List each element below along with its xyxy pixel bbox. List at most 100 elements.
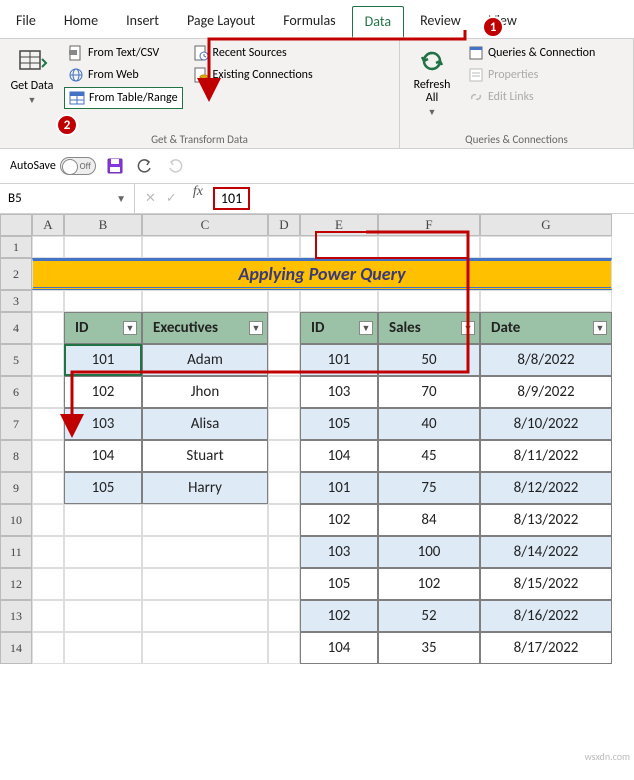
table2-header-sales[interactable]: Sales▼ (378, 312, 480, 344)
callout-badge-1: 1 (482, 16, 504, 38)
table-cell[interactable]: 102 (378, 568, 480, 600)
autosave-toggle[interactable]: AutoSave Off (10, 157, 96, 175)
table-cell[interactable]: 45 (378, 440, 480, 472)
row-header[interactable]: 1 (0, 236, 32, 258)
table-cell[interactable]: Stuart (142, 440, 268, 472)
select-all-corner[interactable] (0, 214, 32, 236)
tab-home[interactable]: Home (52, 6, 110, 38)
table-cell[interactable]: 8/14/2022 (480, 536, 612, 568)
table-cell[interactable]: 104 (300, 440, 378, 472)
tab-data[interactable]: Data (352, 6, 404, 38)
table-cell[interactable]: 102 (64, 376, 142, 408)
tab-formulas[interactable]: Formulas (271, 6, 347, 38)
col-header[interactable]: F (378, 214, 480, 236)
row-header[interactable]: 13 (0, 600, 32, 632)
table-cell[interactable]: 102 (300, 504, 378, 536)
filter-dropdown-icon[interactable]: ▼ (249, 321, 263, 335)
table-cell[interactable]: Jhon (142, 376, 268, 408)
cell-b5-selected[interactable]: 101 (64, 344, 142, 376)
row-header[interactable]: 3 (0, 290, 32, 312)
fx-icon[interactable]: fx (187, 184, 209, 213)
from-web-button[interactable]: From Web (64, 65, 183, 85)
table-cell[interactable]: 105 (64, 472, 142, 504)
row-header[interactable]: 12 (0, 568, 32, 600)
table-cell[interactable]: 103 (64, 408, 142, 440)
table1-header-id[interactable]: ID▼ (64, 312, 142, 344)
col-header[interactable]: A (32, 214, 64, 236)
table-cell[interactable]: 102 (300, 600, 378, 632)
queries-connections-button[interactable]: Queries & Connection (464, 43, 599, 63)
table-cell[interactable]: 84 (378, 504, 480, 536)
col-header[interactable]: B (64, 214, 142, 236)
col-header[interactable]: C (142, 214, 268, 236)
table-cell[interactable]: 100 (378, 536, 480, 568)
table-cell[interactable]: 103 (300, 536, 378, 568)
col-header[interactable]: G (480, 214, 612, 236)
table-cell[interactable]: 103 (300, 376, 378, 408)
table-cell[interactable]: 75 (378, 472, 480, 504)
table-cell[interactable]: 40 (378, 408, 480, 440)
name-box[interactable]: B5 ▼ (0, 184, 135, 213)
filter-dropdown-icon[interactable]: ▼ (593, 321, 607, 335)
formula-input[interactable]: 101 (209, 184, 634, 213)
row-header[interactable]: 6 (0, 376, 32, 408)
spreadsheet-grid[interactable]: A B C D E F G 1 2 Applying Power Query 3… (0, 214, 634, 664)
filter-dropdown-icon[interactable]: ▼ (123, 321, 137, 335)
table2-header-id[interactable]: ID▼ (300, 312, 378, 344)
table-cell[interactable]: 50 (378, 344, 480, 376)
refresh-all-button[interactable]: Refresh All ▼ (406, 43, 458, 120)
recent-sources-button[interactable]: Recent Sources (189, 43, 317, 63)
existing-connections-button[interactable]: Existing Connections (189, 65, 317, 85)
table-cell[interactable]: 8/13/2022 (480, 504, 612, 536)
table-cell[interactable]: 104 (64, 440, 142, 472)
enter-icon[interactable]: ✓ (166, 191, 177, 206)
tab-review[interactable]: Review (408, 6, 473, 38)
table-cell[interactable]: Harry (142, 472, 268, 504)
table-cell[interactable]: 35 (378, 632, 480, 664)
table-cell[interactable]: 52 (378, 600, 480, 632)
row-header[interactable]: 2 (0, 258, 32, 290)
properties-button[interactable]: Properties (464, 65, 599, 85)
from-table-range-button[interactable]: From Table/Range (64, 87, 183, 109)
table-cell[interactable]: 101 (300, 344, 378, 376)
edit-links-button[interactable]: Edit Links (464, 87, 599, 107)
table-cell[interactable]: 8/10/2022 (480, 408, 612, 440)
table-cell[interactable]: 8/9/2022 (480, 376, 612, 408)
table-cell[interactable]: Adam (142, 344, 268, 376)
table-cell[interactable]: 105 (300, 568, 378, 600)
tab-insert[interactable]: Insert (114, 6, 171, 38)
row-header[interactable]: 14 (0, 632, 32, 664)
row-header[interactable]: 10 (0, 504, 32, 536)
table-cell[interactable]: Alisa (142, 408, 268, 440)
table-cell[interactable]: 104 (300, 632, 378, 664)
table-cell[interactable]: 8/17/2022 (480, 632, 612, 664)
col-header[interactable]: D (268, 214, 300, 236)
table1-header-exec[interactable]: Executives▼ (142, 312, 268, 344)
table2-header-date[interactable]: Date▼ (480, 312, 612, 344)
table-cell[interactable]: 70 (378, 376, 480, 408)
row-header[interactable]: 5 (0, 344, 32, 376)
table-cell[interactable]: 105 (300, 408, 378, 440)
filter-dropdown-icon[interactable]: ▼ (359, 321, 373, 335)
filter-dropdown-icon[interactable]: ▼ (461, 321, 475, 335)
table-cell[interactable]: 8/15/2022 (480, 568, 612, 600)
tab-page-layout[interactable]: Page Layout (175, 6, 267, 38)
tab-file[interactable]: File (4, 6, 48, 38)
from-text-csv-button[interactable]: From Text/CSV (64, 43, 183, 63)
save-button[interactable] (104, 155, 126, 177)
table-cell[interactable]: 8/16/2022 (480, 600, 612, 632)
row-header[interactable]: 11 (0, 536, 32, 568)
redo-button[interactable] (164, 155, 186, 177)
row-header[interactable]: 4 (0, 312, 32, 344)
table-cell[interactable]: 8/12/2022 (480, 472, 612, 504)
table-cell[interactable]: 101 (300, 472, 378, 504)
row-header[interactable]: 9 (0, 472, 32, 504)
undo-button[interactable] (134, 155, 156, 177)
table-cell[interactable]: 8/8/2022 (480, 344, 612, 376)
cancel-icon[interactable]: ✕ (145, 191, 156, 206)
get-data-button[interactable]: Get Data ▼ (6, 43, 58, 108)
table-cell[interactable]: 8/11/2022 (480, 440, 612, 472)
row-header[interactable]: 7 (0, 408, 32, 440)
row-header[interactable]: 8 (0, 440, 32, 472)
col-header[interactable]: E (300, 214, 378, 236)
